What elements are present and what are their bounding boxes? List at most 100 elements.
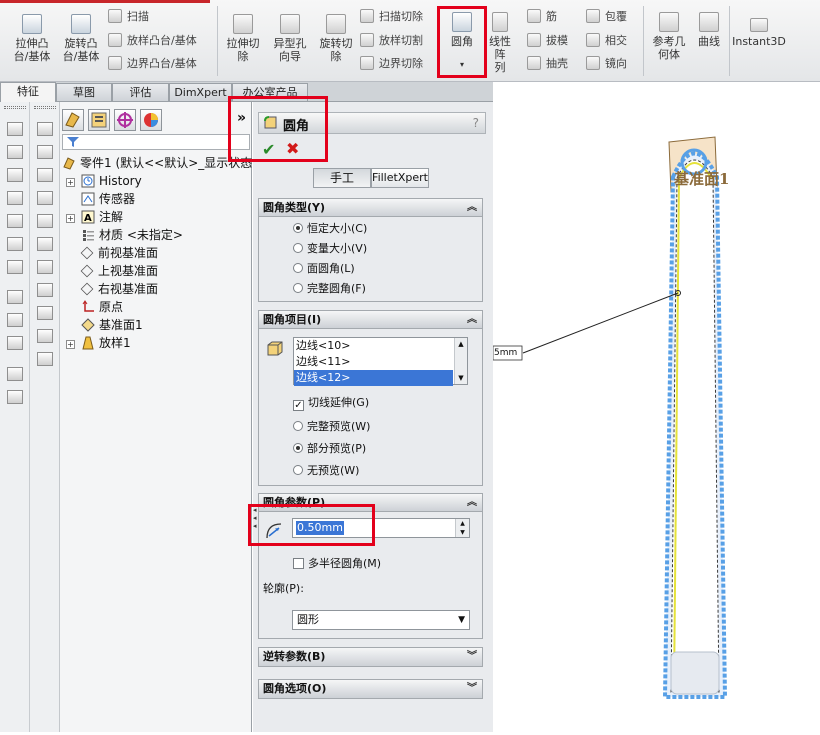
- intersect-button[interactable]: 相交: [586, 32, 627, 50]
- graphics-area[interactable]: 基准面1 5mm: [492, 82, 820, 732]
- fillet-button[interactable]: 圆角 ▾: [441, 12, 483, 71]
- curves-button[interactable]: 曲线: [692, 12, 726, 48]
- fillet-options-header[interactable]: 圆角选项(O) ︾: [259, 680, 482, 698]
- radio-face-fillet[interactable]: 面圆角(L): [293, 261, 355, 277]
- edge-selection-list[interactable]: 边线<10> 边线<11> 边线<12> ▲ ▼: [293, 337, 468, 386]
- list-item[interactable]: 边线<11>: [294, 354, 467, 370]
- fillet-type-header[interactable]: 圆角类型(Y) ︽: [259, 199, 482, 217]
- panel-side-arrows[interactable]: ◂ ◂ ◂: [253, 506, 257, 530]
- instant3d-button[interactable]: Instant3D: [730, 18, 788, 48]
- tree-item-right-plane[interactable]: 右视基准面: [80, 280, 158, 298]
- radio-no-preview[interactable]: 无预览(W): [293, 463, 359, 479]
- sketch-line-icon[interactable]: [7, 290, 23, 304]
- split-icon[interactable]: [37, 329, 53, 343]
- multi-radius-checkbox[interactable]: 多半径圆角(M): [293, 556, 381, 572]
- list-scrollbar[interactable]: ▲ ▼: [454, 338, 467, 384]
- draft-button[interactable]: 拔模: [527, 32, 568, 50]
- swept-boss-icon[interactable]: [7, 168, 23, 182]
- spin-up-icon[interactable]: ▲: [456, 519, 469, 528]
- tab-features[interactable]: 特征: [0, 82, 56, 102]
- paste-icon[interactable]: [7, 390, 23, 404]
- tree-item-front-plane[interactable]: 前视基准面: [80, 244, 158, 262]
- setback-parameters-header[interactable]: 逆转参数(B) ︾: [259, 648, 482, 666]
- cut-extrude-icon[interactable]: [37, 145, 53, 159]
- collapse-panel-button[interactable]: »: [237, 110, 246, 126]
- tree-item-sensors[interactable]: 传感器: [81, 190, 135, 208]
- toolbar-grip[interactable]: [34, 106, 56, 109]
- list-item[interactable]: 边线<10>: [294, 338, 467, 354]
- tree-item-origin[interactable]: 原点: [81, 298, 123, 316]
- lofted-cut-button[interactable]: 放样切割: [360, 32, 423, 50]
- tab-dimxpert[interactable]: DimXpert: [169, 83, 232, 101]
- hole-wizard-button[interactable]: 异型孔 向导: [268, 14, 312, 63]
- extrude-boss-button[interactable]: 拉伸凸 台/基体: [8, 14, 56, 63]
- relations-icon[interactable]: [7, 336, 23, 350]
- mirror-icon[interactable]: [37, 352, 53, 366]
- pattern-icon[interactable]: [37, 214, 53, 228]
- tree-item-loft1[interactable]: 放样1: [81, 334, 131, 352]
- hole-icon[interactable]: [37, 168, 53, 182]
- flex-icon[interactable]: [37, 306, 53, 320]
- thicken-icon[interactable]: [7, 237, 23, 251]
- revolved-boss-icon[interactable]: [7, 145, 23, 159]
- expand-chevron-icon[interactable]: ︾: [467, 680, 477, 697]
- expand-chevron-icon[interactable]: ︾: [467, 648, 477, 665]
- cancel-button[interactable]: ✖: [286, 139, 299, 158]
- dome-icon[interactable]: [37, 283, 53, 297]
- tree-filter-input[interactable]: [62, 134, 250, 150]
- reference-geometry-button[interactable]: 参考几 何体: [648, 12, 690, 61]
- spin-down-icon[interactable]: ▼: [456, 528, 469, 537]
- linear-pattern-button[interactable]: 线性阵 列: [485, 12, 515, 74]
- gear-icon[interactable]: [37, 191, 53, 205]
- collapse-chevron-icon[interactable]: ︽: [467, 494, 477, 511]
- fillet-dropdown-arrow[interactable]: ▾: [441, 58, 483, 71]
- items-to-fillet-header[interactable]: 圆角项目(I) ︽: [259, 311, 482, 329]
- radio-partial-preview[interactable]: 部分预览(P): [293, 441, 366, 457]
- extrude-cut-button[interactable]: 拉伸切 除: [222, 14, 264, 63]
- smart-dimension-icon[interactable]: [7, 313, 23, 327]
- manual-mode-button[interactable]: 手工: [313, 168, 371, 188]
- radio-constant-size[interactable]: 恒定大小(C): [293, 221, 367, 237]
- tree-item-top-plane[interactable]: 上视基准面: [80, 262, 158, 280]
- collapse-chevron-icon[interactable]: ︽: [467, 311, 477, 328]
- property-manager-tab[interactable]: [88, 109, 110, 131]
- radio-full-preview[interactable]: 完整预览(W): [293, 419, 370, 435]
- model-viewport[interactable]: [492, 82, 820, 732]
- radius-spinner[interactable]: ▲ ▼: [455, 519, 469, 537]
- configuration-manager-tab[interactable]: [114, 109, 136, 131]
- lofted-boss-icon[interactable]: [7, 191, 23, 205]
- list-item[interactable]: 边线<12>: [294, 370, 453, 386]
- expand-history-toggle[interactable]: +: [66, 178, 75, 187]
- collapse-chevron-icon[interactable]: ︽: [467, 199, 477, 216]
- help-button[interactable]: ?: [473, 116, 479, 130]
- radio-full-round[interactable]: 完整圆角(F): [293, 281, 366, 297]
- feature-manager-tab[interactable]: [62, 109, 84, 131]
- shell-button[interactable]: 抽壳: [527, 55, 568, 73]
- copy-icon[interactable]: [7, 367, 23, 381]
- fillet-parameters-header[interactable]: 圆角参数(P) ︽: [259, 494, 482, 512]
- tree-root-part[interactable]: 零件1 (默认<<默认>_显示状态: [62, 154, 252, 172]
- filletxpert-mode-button[interactable]: FilletXpert: [371, 168, 429, 188]
- boundary-boss-button[interactable]: 边界凸台/基体: [108, 55, 197, 73]
- revolve-cut-button[interactable]: 旋转切 除: [314, 14, 358, 63]
- sweep-button[interactable]: 扫描: [108, 8, 149, 26]
- rib-button[interactable]: 筋: [527, 8, 557, 26]
- scroll-up-icon[interactable]: ▲: [455, 338, 467, 350]
- tab-sketch[interactable]: 草图: [56, 83, 112, 101]
- mirror-button[interactable]: 镜向: [586, 55, 627, 73]
- radio-variable-size[interactable]: 变量大小(V): [293, 241, 367, 257]
- tab-evaluate[interactable]: 评估: [112, 83, 169, 101]
- toolbar-grip[interactable]: [4, 106, 26, 109]
- tree-item-material[interactable]: 材质 <未指定>: [81, 226, 183, 244]
- profile-dropdown[interactable]: 圆形 ▼: [292, 610, 470, 630]
- wrap-button[interactable]: 包覆: [586, 8, 627, 26]
- extruded-boss-icon[interactable]: [7, 122, 23, 136]
- draft-icon[interactable]: [37, 260, 53, 274]
- radius-input[interactable]: 0.50mm ▲ ▼: [292, 518, 470, 538]
- boundary-cut-button[interactable]: 边界切除: [360, 55, 423, 73]
- tangent-propagation-checkbox[interactable]: ✓ 切线延伸(G): [293, 395, 369, 411]
- table-icon[interactable]: [37, 122, 53, 136]
- boundary-boss-icon[interactable]: [7, 214, 23, 228]
- ok-button[interactable]: ✔: [262, 140, 275, 159]
- expand-annotations-toggle[interactable]: +: [66, 214, 75, 223]
